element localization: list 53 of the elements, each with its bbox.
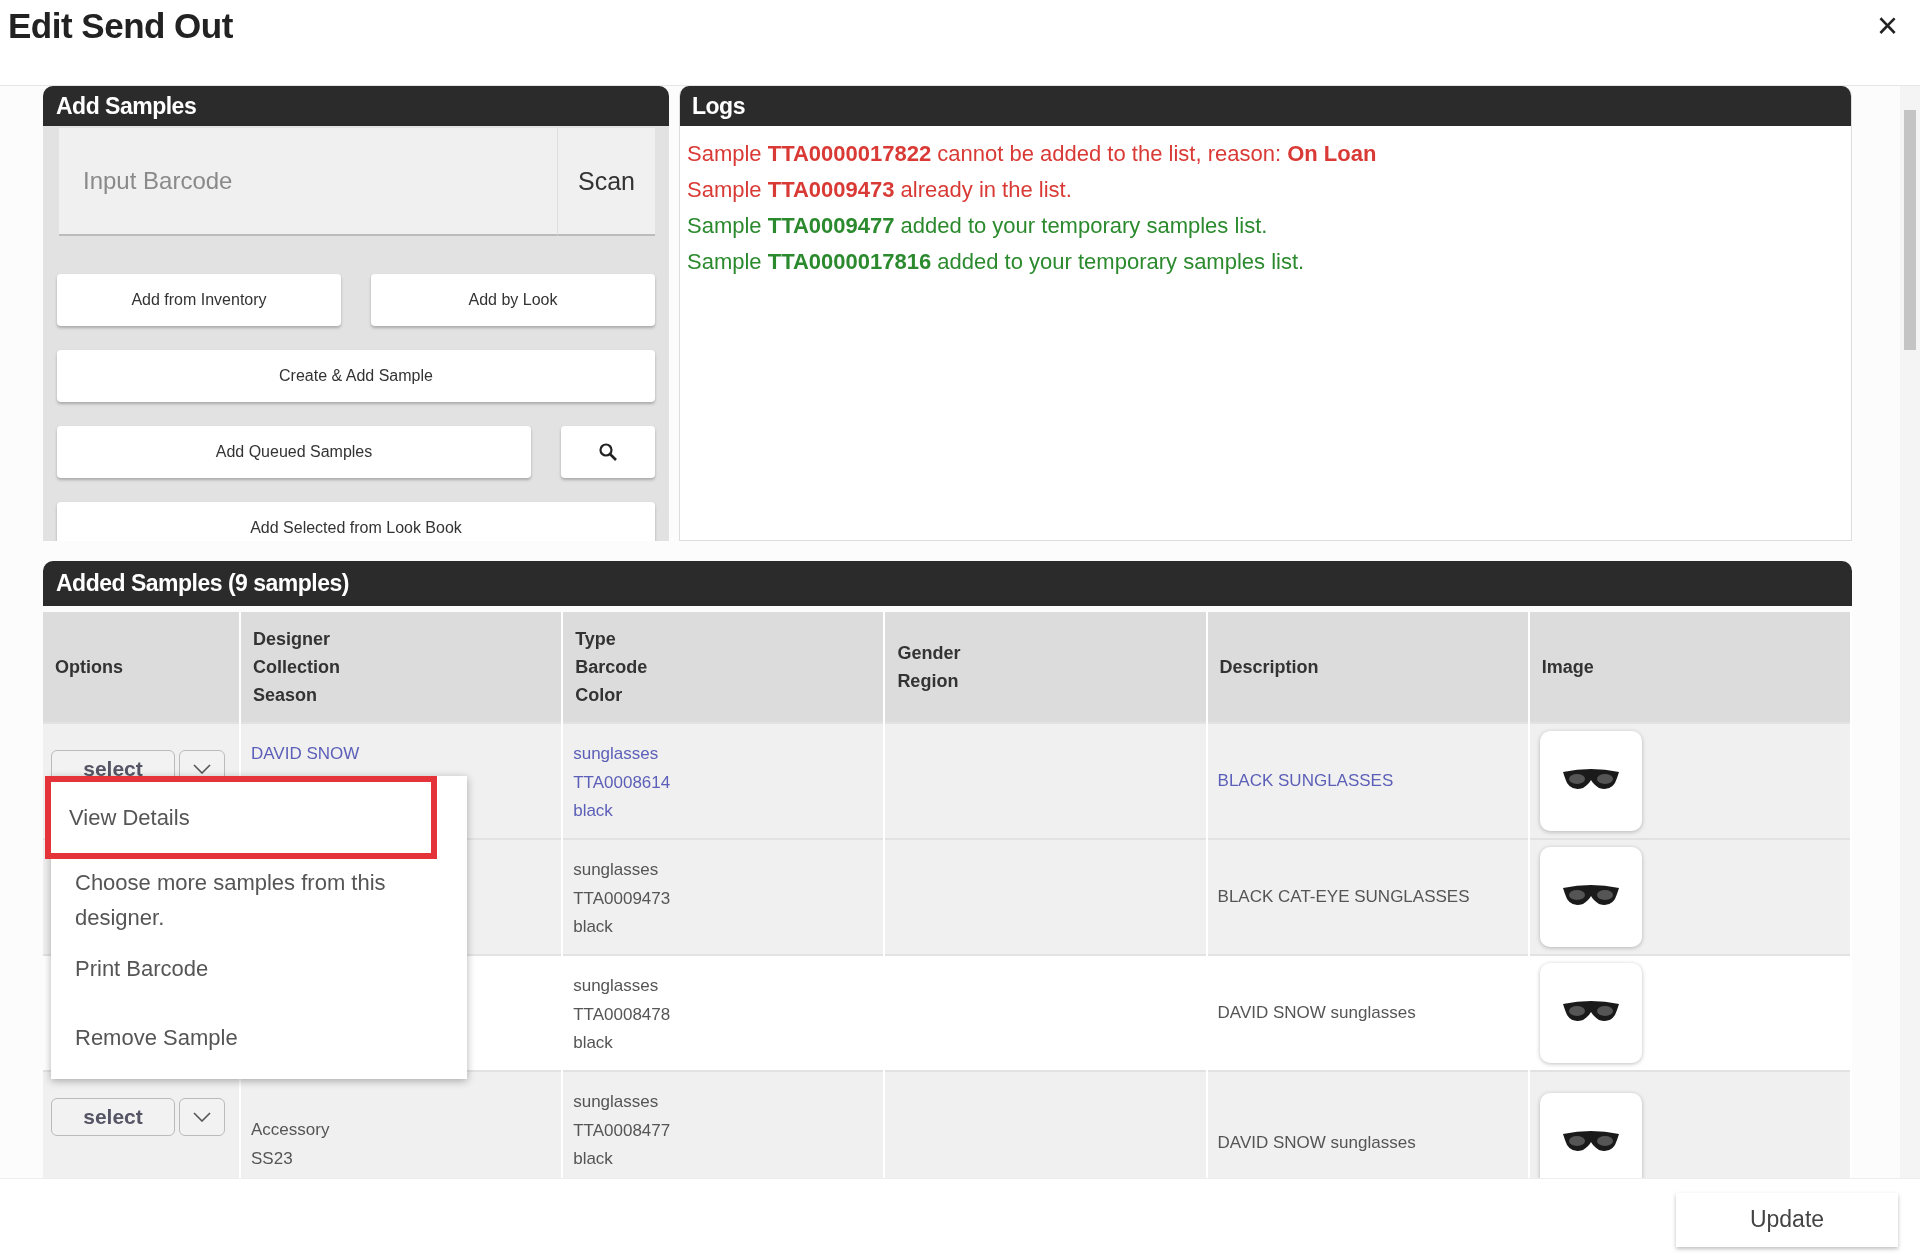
menu-item[interactable]: Choose more samples from this designer. xyxy=(51,859,467,945)
add-button[interactable]: Add Queued Samples xyxy=(57,426,531,478)
type-text[interactable]: TTA0008614 xyxy=(573,768,874,797)
description-text: DAVID SNOW sunglasses xyxy=(1217,1131,1416,1154)
type-text: TTA0008477 xyxy=(573,1119,672,1142)
description-text: DAVID SNOW sunglasses xyxy=(1217,1001,1416,1024)
chevron-down-icon xyxy=(193,1112,211,1122)
dialog-title: Edit Send Out xyxy=(8,6,233,46)
type-text[interactable]: black xyxy=(573,797,874,826)
add-button[interactable]: Add Selected from Look Book xyxy=(57,502,655,541)
update-button[interactable]: Update xyxy=(1676,1192,1898,1247)
column-header: Image xyxy=(1541,656,1595,679)
panel-title: Logs xyxy=(680,86,1851,126)
select-button[interactable]: select xyxy=(51,1098,175,1136)
log-message: Sample TTA0000017822 cannot be added to the list, reason: On Loan xyxy=(687,140,1378,168)
type-text: TTA0009473 xyxy=(573,887,672,910)
close-button[interactable]: × xyxy=(1872,8,1902,44)
barcode-input-field[interactable]: Input Barcode xyxy=(59,128,557,236)
type-text: sunglasses xyxy=(573,1091,660,1113)
search-button[interactable] xyxy=(561,426,655,478)
type-text: black xyxy=(573,916,614,938)
type-text: TTA0008478 xyxy=(573,1003,672,1026)
description-text[interactable]: BLACK SUNGLASSES xyxy=(1217,766,1394,796)
log-message: Sample TTA0009473 already in the list. xyxy=(687,176,1073,204)
add-button[interactable]: Add by Look xyxy=(371,274,655,326)
panel-title: Add Samples xyxy=(43,86,669,126)
type-text: black xyxy=(573,1032,614,1054)
scan-button[interactable]: Scan xyxy=(557,128,655,236)
search-icon xyxy=(598,442,618,462)
column-header: Options xyxy=(55,656,124,679)
add-button[interactable]: Create & Add Sample xyxy=(57,350,655,402)
type-text: sunglasses xyxy=(573,975,660,997)
panel-title: Added Samples (9 samples) xyxy=(43,561,1852,606)
scrollbar-thumb[interactable] xyxy=(1904,110,1916,350)
type-text: black xyxy=(573,1148,614,1170)
designer-text[interactable]: DAVID SNOW xyxy=(251,740,552,769)
type-text[interactable]: sunglasses xyxy=(573,740,874,769)
menu-item[interactable]: Print Barcode xyxy=(51,945,467,996)
column-header: Type Barcode Color xyxy=(575,628,649,707)
designer-text: SS23 xyxy=(251,1147,294,1170)
description-text: BLACK CAT-EYE SUNGLASSES xyxy=(1217,885,1470,908)
column-header: Gender Region xyxy=(897,642,962,693)
column-header: Description xyxy=(1219,656,1320,679)
dropdown-toggle[interactable] xyxy=(179,1098,225,1136)
designer-text: Accessory xyxy=(251,1119,331,1141)
menu-item[interactable]: View Details xyxy=(45,776,437,859)
chevron-down-icon xyxy=(193,764,211,774)
log-message: Sample TTA0000017816 added to your temporary samples list. xyxy=(687,248,1306,276)
add-button[interactable]: Add from Inventory xyxy=(57,274,341,326)
column-header: Designer Collection Season xyxy=(253,628,341,707)
type-text: sunglasses xyxy=(573,859,660,881)
menu-item[interactable]: Remove Sample xyxy=(51,996,467,1065)
log-message: Sample TTA0009477 added to your temporary samples list. xyxy=(687,212,1269,240)
